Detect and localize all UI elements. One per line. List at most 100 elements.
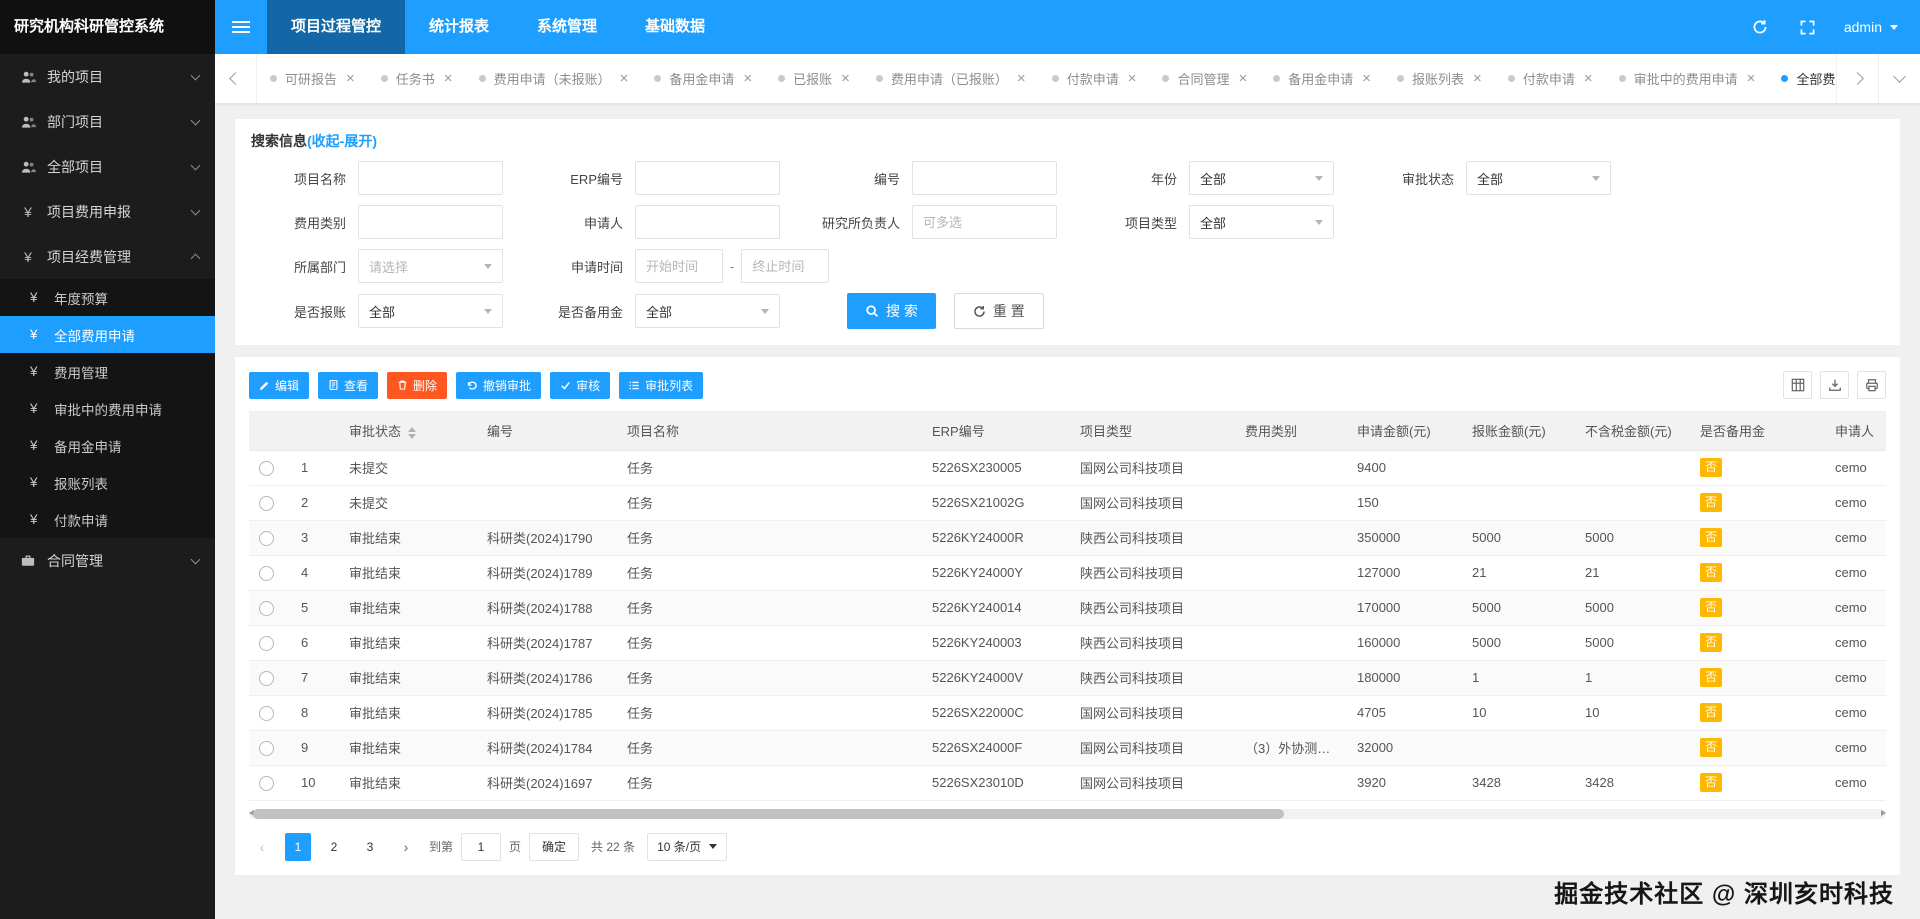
delete-button[interactable]: 删除 bbox=[387, 371, 448, 399]
table-row[interactable]: 4 审批结束 科研类(2024)1789 任务 5226KY24000Y 陕西公… bbox=[249, 555, 1886, 591]
user-menu[interactable]: admin bbox=[1832, 0, 1920, 54]
table-row[interactable]: 9 审批结束 科研类(2024)1784 任务 5226SX24000F 国网公… bbox=[249, 730, 1886, 766]
close-icon[interactable]: × bbox=[1238, 71, 1247, 86]
header-approval-status[interactable]: 审批状态 bbox=[339, 412, 477, 451]
tab-reserve-apply-2[interactable]: 备用金申请 × bbox=[1260, 54, 1384, 103]
approval-status-select[interactable]: 全部 bbox=[1466, 161, 1611, 195]
audit-list-button[interactable]: 审批列表 bbox=[619, 371, 704, 399]
scroll-right-arrow-icon[interactable] bbox=[1881, 810, 1886, 816]
tab-expense-unreimbursed[interactable]: 费用申请（未报账） × bbox=[466, 54, 642, 103]
page-3[interactable]: 3 bbox=[357, 833, 383, 861]
department-select[interactable]: 请选择 bbox=[358, 249, 503, 283]
project-type-select[interactable]: 全部 bbox=[1189, 205, 1334, 239]
tabs-scroll-right-icon[interactable] bbox=[1836, 54, 1878, 103]
close-icon[interactable]: × bbox=[841, 71, 850, 86]
close-icon[interactable]: × bbox=[1362, 71, 1371, 86]
tab-all-expense[interactable]: 全部费用 bbox=[1768, 54, 1836, 103]
revoke-approval-button[interactable]: 撤销审批 bbox=[456, 371, 542, 399]
institute-leader-input[interactable] bbox=[912, 205, 1057, 239]
page-size-select[interactable]: 10 条/页 bbox=[647, 832, 728, 861]
refresh-icon[interactable] bbox=[1736, 0, 1784, 54]
search-button[interactable]: 搜 索 bbox=[847, 293, 936, 329]
edit-button[interactable]: 编辑 bbox=[249, 371, 310, 399]
tabs-menu-icon[interactable] bbox=[1878, 54, 1920, 103]
export-icon[interactable] bbox=[1820, 371, 1849, 399]
apply-time-end-input[interactable] bbox=[741, 249, 830, 283]
table-row[interactable]: 8 审批结束 科研类(2024)1785 任务 5226SX22000C 国网公… bbox=[249, 695, 1886, 731]
table-row[interactable]: 2 未提交 任务 5226SX21002G 国网公司科技项目 150 否 cem… bbox=[249, 485, 1886, 521]
sidebar-item-funds-management[interactable]: ¥ 项目经费管理 bbox=[0, 234, 215, 279]
row-radio[interactable] bbox=[259, 740, 274, 756]
close-icon[interactable]: × bbox=[444, 71, 453, 86]
columns-filter-icon[interactable] bbox=[1783, 371, 1812, 399]
view-button[interactable]: 查看 bbox=[318, 371, 379, 399]
close-icon[interactable]: × bbox=[1128, 71, 1137, 86]
collapse-expand-toggle[interactable]: (收起-展开) bbox=[307, 133, 377, 149]
table-row[interactable]: 10 审批结束 科研类(2024)1697 任务 5226SX23010D 国网… bbox=[249, 765, 1886, 801]
tab-reimbursed[interactable]: 已报账 × bbox=[765, 54, 863, 103]
tab-feasibility-report[interactable]: 可研报告 × bbox=[257, 54, 368, 103]
page-2[interactable]: 2 bbox=[321, 833, 347, 861]
goto-confirm-button[interactable]: 确定 bbox=[529, 832, 580, 861]
tab-task-book[interactable]: 任务书 × bbox=[368, 54, 466, 103]
close-icon[interactable]: × bbox=[743, 71, 752, 86]
page-1[interactable]: 1 bbox=[285, 832, 311, 861]
row-radio[interactable] bbox=[259, 670, 274, 686]
row-radio[interactable] bbox=[259, 635, 274, 651]
print-icon[interactable] bbox=[1857, 371, 1886, 399]
sidebar-sub-item-annual-budget[interactable]: ¥ 年度预算 bbox=[0, 279, 215, 316]
topnav-item-base-data[interactable]: 基础数据 bbox=[621, 0, 729, 54]
horizontal-scrollbar[interactable] bbox=[249, 808, 1886, 819]
next-page-icon[interactable]: › bbox=[393, 833, 419, 861]
prev-page-icon[interactable]: ‹ bbox=[249, 833, 275, 861]
close-icon[interactable]: × bbox=[1017, 71, 1026, 86]
tab-reserve-apply[interactable]: 备用金申请 × bbox=[641, 54, 765, 103]
sidebar-sub-item-expense-in-approval[interactable]: ¥ 审批中的费用申请 bbox=[0, 390, 215, 427]
table-row[interactable]: 7 审批结束 科研类(2024)1786 任务 5226KY24000V 陕西公… bbox=[249, 660, 1886, 696]
tabs-scroll-left-icon[interactable] bbox=[215, 54, 257, 103]
sidebar-sub-item-reimburse-list[interactable]: ¥ 报账列表 bbox=[0, 464, 215, 501]
sidebar-item-contract-management[interactable]: 合同管理 bbox=[0, 538, 215, 583]
tab-reimburse-list[interactable]: 报账列表 × bbox=[1384, 54, 1495, 103]
apply-time-start-input[interactable] bbox=[635, 249, 723, 283]
expense-category-input[interactable] bbox=[358, 205, 503, 239]
table-row[interactable]: 1 未提交 任务 5226SX230005 国网公司科技项目 9400 否 ce… bbox=[249, 450, 1886, 486]
row-radio[interactable] bbox=[259, 600, 274, 616]
sidebar-item-dept-projects[interactable]: 部门项目 bbox=[0, 99, 215, 144]
sidebar-sub-item-expense-management[interactable]: ¥ 费用管理 bbox=[0, 353, 215, 390]
table-row[interactable]: 5 审批结束 科研类(2024)1788 任务 5226KY240014 陕西公… bbox=[249, 590, 1886, 626]
hamburger-menu-icon[interactable] bbox=[215, 0, 267, 54]
audit-button[interactable]: 审核 bbox=[550, 371, 611, 399]
close-icon[interactable]: × bbox=[1747, 71, 1756, 86]
topnav-item-process-control[interactable]: 项目过程管控 bbox=[267, 0, 406, 54]
topnav-item-statistics[interactable]: 统计报表 bbox=[405, 0, 513, 54]
sort-icons[interactable] bbox=[408, 426, 417, 439]
row-radio[interactable] bbox=[259, 495, 274, 511]
is-reserve-select[interactable]: 全部 bbox=[635, 294, 780, 328]
tab-contract-management[interactable]: 合同管理 × bbox=[1149, 54, 1260, 103]
row-radio[interactable] bbox=[259, 775, 274, 791]
row-radio[interactable] bbox=[259, 460, 274, 476]
sidebar-item-my-projects[interactable]: 我的项目 bbox=[0, 54, 215, 99]
table-row[interactable]: 6 审批结束 科研类(2024)1787 任务 5226KY240003 陕西公… bbox=[249, 625, 1886, 661]
sidebar-item-expense-declare[interactable]: ¥ 项目费用申报 bbox=[0, 189, 215, 234]
close-icon[interactable]: × bbox=[1584, 71, 1593, 86]
erp-no-input[interactable] bbox=[635, 161, 780, 195]
table-row[interactable]: 3 审批结束 科研类(2024)1790 任务 5226KY24000R 陕西公… bbox=[249, 520, 1886, 556]
reset-button[interactable]: 重 置 bbox=[953, 293, 1044, 329]
tab-payment-apply[interactable]: 付款申请 × bbox=[1039, 54, 1150, 103]
row-radio[interactable] bbox=[259, 530, 274, 546]
goto-page-input[interactable] bbox=[461, 832, 502, 861]
fullscreen-icon[interactable] bbox=[1784, 0, 1832, 54]
row-radio[interactable] bbox=[259, 705, 274, 721]
project-name-input[interactable] bbox=[358, 161, 503, 195]
scrollbar-thumb[interactable] bbox=[253, 808, 1285, 819]
close-icon[interactable]: × bbox=[1473, 71, 1482, 86]
year-select[interactable]: 全部 bbox=[1189, 161, 1334, 195]
sidebar-item-all-projects[interactable]: 全部项目 bbox=[0, 144, 215, 189]
close-icon[interactable]: × bbox=[346, 71, 355, 86]
applicant-input[interactable] bbox=[635, 205, 780, 239]
sidebar-sub-item-payment-apply[interactable]: ¥ 付款申请 bbox=[0, 501, 215, 538]
close-icon[interactable]: × bbox=[620, 71, 629, 86]
tab-payment-apply-2[interactable]: 付款申请 × bbox=[1495, 54, 1606, 103]
